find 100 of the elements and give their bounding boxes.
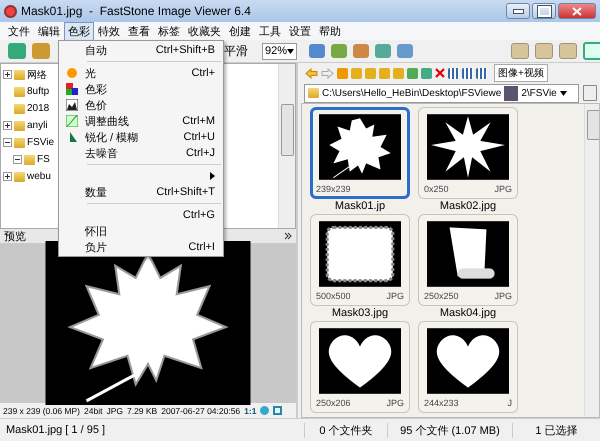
file-name: Mask01.jp (334, 199, 386, 214)
caret-icon (287, 48, 294, 54)
image-format: JPG (494, 290, 512, 302)
expand-toggle[interactable] (3, 121, 12, 130)
expand-toggle[interactable] (3, 138, 12, 147)
view-mode-icon[interactable] (535, 43, 554, 59)
minimize-button[interactable] (506, 3, 530, 19)
toolbar-icon[interactable] (32, 43, 50, 59)
folder-item[interactable]: 2018 (27, 103, 50, 114)
histogram-icon (66, 99, 78, 111)
back-arrow-icon[interactable] (305, 68, 318, 78)
scrollbar[interactable] (584, 104, 599, 417)
folder-count: 0 个文件夹 (304, 422, 387, 438)
grid-view-icon[interactable] (476, 68, 487, 78)
zoom-dropdown[interactable]: 92% (262, 42, 298, 60)
chevron-icon[interactable] (284, 232, 292, 240)
image-format: JPG (106, 406, 123, 416)
expand-toggle[interactable] (3, 70, 12, 79)
image-format: JPG (386, 290, 404, 302)
menu-item[interactable]: 设置 (285, 22, 315, 40)
image-size: 239 x 239 (0.06 MP) (3, 406, 80, 416)
thumbnail-card[interactable]: 0x250 JPG (418, 107, 518, 199)
image-dimensions: 250x250 (424, 290, 459, 302)
menu-option[interactable]: 色彩 (59, 81, 223, 97)
toolbar-icon[interactable] (309, 44, 326, 58)
thumbnail-card[interactable]: 239x239 (310, 107, 410, 199)
selection-count: 1 已选择 (512, 422, 600, 438)
folder-item[interactable]: FS (37, 154, 50, 165)
grid-view-icon[interactable] (448, 68, 459, 78)
toolbar-icon[interactable] (8, 43, 26, 59)
menu-option[interactable]: 负片 Ctrl+I (59, 239, 223, 255)
image-format: JPG (386, 397, 404, 409)
curve-grid-icon (66, 115, 78, 127)
status-file: Mask01.jpg [ 1 / 95 ] (5, 424, 106, 436)
thumbnail-card[interactable]: 500x500 JPG (310, 214, 410, 306)
delete-icon[interactable] (435, 68, 445, 78)
menu-option[interactable]: 数量 Ctrl+Shift+T (59, 184, 223, 200)
color-squares-icon (66, 83, 78, 95)
window-title: Mask01.jpg - FastStone Image Viewer 6.4 (21, 4, 252, 18)
preview-title: 预览 (4, 230, 26, 244)
menu-option[interactable]: Ctrl+G (59, 207, 223, 223)
menu-item[interactable]: 查看 (124, 22, 154, 40)
menu-option[interactable]: 怀旧 (59, 223, 223, 239)
menu-option[interactable]: 调整曲线 Ctrl+M (59, 113, 223, 129)
maximize-button[interactable] (532, 3, 556, 19)
thumbnail-card[interactable]: 250x206 JPG (310, 321, 410, 413)
expand-toggle[interactable] (13, 155, 22, 164)
file-count: 95 个文件 (1.07 MB) (387, 422, 512, 438)
close-button[interactable] (558, 3, 596, 19)
thumbnail-card[interactable]: 244x233 J (418, 321, 518, 413)
menu-option[interactable]: 色价 (59, 97, 223, 113)
menu-item[interactable]: 编辑 (34, 22, 64, 40)
menu-item[interactable]: 色彩 (64, 22, 94, 40)
fullscreen-icon[interactable] (583, 42, 600, 60)
file-size: 7.29 KB (126, 406, 158, 416)
thumbnail-card[interactable]: 250x250 JPG (418, 214, 518, 306)
toolbar-icon[interactable] (353, 44, 370, 58)
folder-item[interactable]: 网络 (27, 68, 47, 82)
toolbar-icon[interactable] (331, 44, 348, 58)
actual-size-button[interactable]: 1:1 (244, 406, 256, 416)
menu-item[interactable]: 文件 (4, 22, 34, 40)
image-dimensions: 250x206 (316, 397, 351, 409)
expand-toggle[interactable] (3, 172, 12, 181)
scrollbar[interactable] (278, 64, 295, 228)
trash-icon[interactable] (583, 85, 597, 101)
folder-item[interactable]: 8uftp (27, 86, 50, 97)
menu-option[interactable]: 光 Ctrl+ (59, 65, 223, 81)
menu-item[interactable]: 标签 (154, 22, 184, 40)
image-dimensions: 239x239 (316, 183, 351, 195)
grid-view-icon[interactable] (462, 68, 473, 78)
image-format: J (508, 397, 512, 409)
menu-item[interactable]: 创建 (225, 22, 255, 40)
view-mode-icon[interactable] (559, 43, 578, 59)
image-dimensions: 244x233 (424, 397, 459, 409)
menu-option[interactable]: 自动 Ctrl+Shift+B (59, 42, 223, 58)
view-mode-icon[interactable] (511, 43, 530, 59)
image-dimensions: 0x250 (424, 183, 449, 195)
toolbar-icon[interactable] (397, 44, 414, 58)
folder-item[interactable]: webu (27, 171, 51, 182)
sun-icon (66, 67, 78, 79)
toolbar-icon[interactable] (375, 44, 392, 58)
menu-item[interactable]: 帮助 (315, 22, 345, 40)
menu-item[interactable]: 工具 (255, 22, 285, 40)
folder-item[interactable]: anyli (27, 120, 48, 131)
menu-item[interactable]: 特效 (94, 22, 124, 40)
app-icon (4, 4, 17, 18)
menu-item[interactable]: 收藏夹 (184, 22, 225, 40)
path-field[interactable]: C:\Users\Hello_HeBin\Desktop\FSViewe 2\FSVie (304, 84, 579, 102)
image-dimensions: 500x500 (316, 290, 351, 302)
crop-icon[interactable] (273, 406, 282, 415)
file-name: Mask02.jpg (440, 199, 496, 214)
folder-item[interactable]: FSVie (27, 137, 54, 148)
menu-option[interactable]: 去噪音 Ctrl+J (59, 145, 223, 161)
menu-option[interactable]: 锐化 / 模糊 Ctrl+U (59, 129, 223, 145)
forward-arrow-icon[interactable] (321, 68, 334, 78)
bit-depth: 24bit (84, 406, 102, 416)
filter-dropdown[interactable]: 图像+视频 (494, 64, 548, 82)
fit-icon[interactable] (260, 406, 270, 415)
caret-icon (560, 90, 567, 96)
close-icon (572, 6, 582, 16)
